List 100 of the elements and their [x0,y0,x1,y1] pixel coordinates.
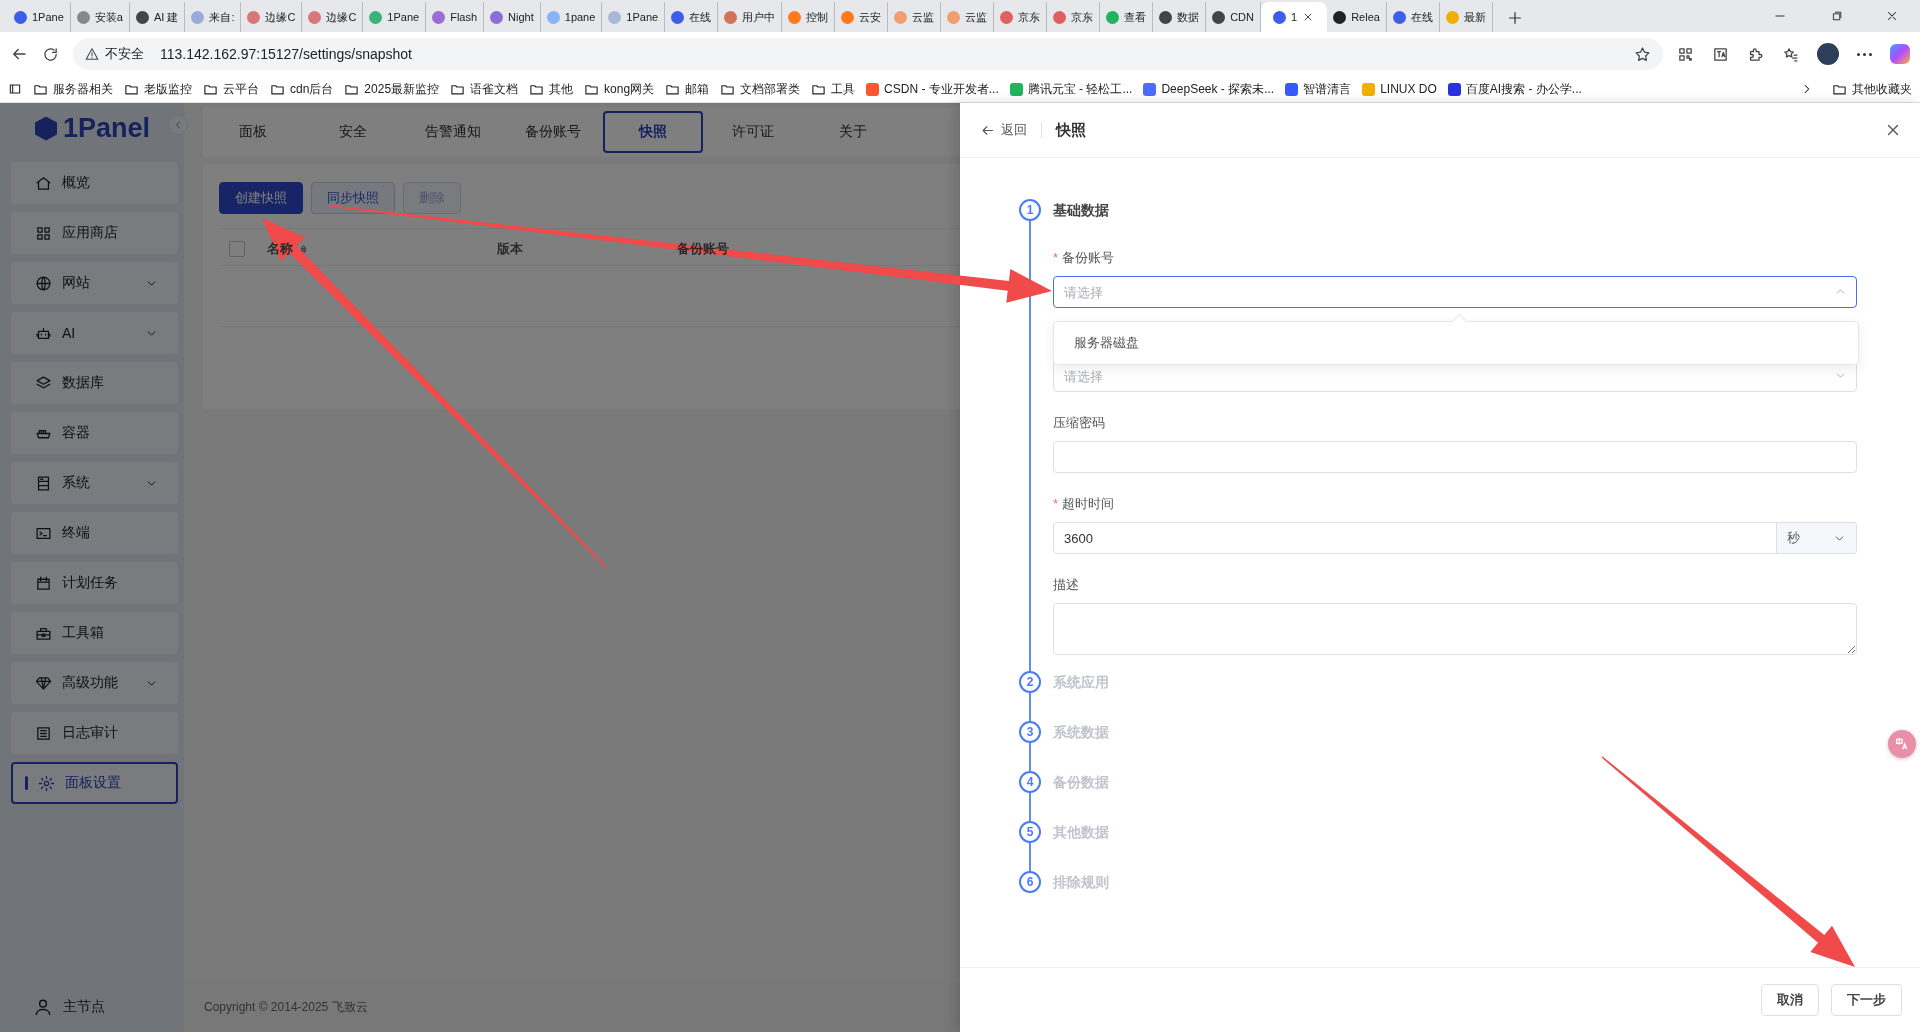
bookmark[interactable]: LINUX DO [1362,82,1437,96]
sidebar-item[interactable]: 应用商店 [11,212,178,254]
bookmark[interactable]: 语雀文档 [450,80,519,98]
footer-button[interactable]: 下一步 [1831,984,1902,1016]
bookmark[interactable]: CSDN - 专业开发者... [866,80,999,98]
sidebar-item[interactable]: 计划任务 [11,562,178,604]
bookmark[interactable]: 2025最新监控 [344,80,440,98]
logo-text: 1Panel [63,113,151,144]
sidebar-item[interactable]: 日志审计 [11,712,178,754]
browser-tab[interactable]: Relea [1327,2,1387,32]
unit-select[interactable]: 秒 [1777,522,1857,554]
settings-tab[interactable]: 许可证 [703,111,803,153]
sidebar-item[interactable]: 概览 [11,162,178,204]
settings-tab[interactable]: 安全 [303,111,403,153]
security-label: 不安全 [105,45,144,63]
settings-tab[interactable]: 关于 [803,111,903,153]
browser-tab[interactable]: 1Pane [602,2,666,32]
browser-tab[interactable]: 云安 [835,2,889,32]
bookmark[interactable]: 邮箱 [665,80,710,98]
puzzle-icon[interactable] [1747,45,1764,63]
browser-tab[interactable]: 最新 [1439,2,1493,32]
copilot-icon[interactable] [1890,44,1910,64]
browser-tab[interactable]: 数据 [1153,2,1207,32]
footer-button[interactable]: 取消 [1761,984,1819,1016]
user-icon [33,997,53,1017]
favorites-icon[interactable] [1782,45,1799,63]
reading-list-icon[interactable] [8,82,22,96]
browser-tab[interactable]: 在线 [1386,2,1440,32]
browser-tab[interactable]: 查看 [1100,2,1154,32]
star-icon[interactable] [1634,45,1651,63]
bookmark[interactable]: 工具 [811,80,856,98]
close-icon[interactable] [1885,9,1899,23]
bookmark[interactable]: DeepSeek - 探索未... [1143,80,1275,98]
textarea-field[interactable] [1053,603,1857,655]
bookmark[interactable]: cdn后台 [270,80,334,98]
bookmark[interactable]: 百度AI搜索 - 办公学... [1447,80,1582,98]
browser-tab[interactable]: 京东 [994,2,1048,32]
bookmark[interactable]: 腾讯元宝 - 轻松工... [1009,80,1133,98]
sidebar-item[interactable]: 高级功能 [11,662,178,704]
bookmark[interactable]: 服务器相关 [33,80,113,98]
browser-tab[interactable]: 1Pane [8,2,71,32]
browser-tab[interactable]: 1 [1261,2,1328,32]
browser-tab[interactable]: 云监 [888,2,942,32]
qr-code-icon[interactable] [1677,45,1694,63]
translate-icon[interactable] [1712,45,1729,63]
browser-tab[interactable]: 1Pane [363,2,427,32]
field-label: 备份账号 [1062,249,1115,266]
step-title: 系统应用 [1053,673,1110,692]
input-field[interactable] [1053,441,1857,473]
browser-tab[interactable]: 安装a [70,2,130,32]
sidebar-item[interactable]: 数据库 [11,362,178,404]
browser-tab[interactable]: 用户中 [718,2,783,32]
browser-tab[interactable]: AI 建 [129,2,186,32]
browser-tab[interactable]: 在线 [665,2,719,32]
more-icon[interactable] [1857,52,1872,56]
step-title: 备份数据 [1053,773,1110,792]
bookmark[interactable]: kong网关 [584,80,655,98]
browser-tab[interactable]: 京东 [1047,2,1101,32]
address-bar[interactable]: 不安全 113.142.162.97:15127/settings/snapshot [73,38,1663,70]
checkbox[interactable] [229,241,245,257]
browser-tab[interactable]: 云监 [941,2,995,32]
bookmark[interactable]: 云平台 [203,80,259,98]
toolbar-button[interactable]: 创建快照 [219,182,303,214]
browser-tab[interactable]: Night [484,2,541,32]
bookmark[interactable]: 文档部署类 [720,80,801,98]
sidebar-item[interactable]: AI [11,312,178,354]
step-number: 1 [1019,199,1041,221]
step-title: 其他数据 [1053,823,1110,842]
input-field[interactable]: 3600 [1053,522,1777,554]
bookmark[interactable]: 其他收藏夹 [1832,80,1912,98]
browser-tab[interactable]: 控制 [782,2,836,32]
sidebar-item[interactable]: 容器 [11,412,178,454]
bookmark[interactable]: 智谱清言 [1285,80,1352,98]
sidebar-item[interactable]: 网站 [11,262,178,304]
settings-tab[interactable]: 备份账号 [503,111,603,153]
settings-tab[interactable]: 快照 [603,111,703,153]
browser-tab[interactable]: 来自: [185,2,242,32]
settings-icon [38,774,55,792]
sidebar-item[interactable]: 系统 [11,462,178,504]
select-field[interactable]: 请选择 [1053,276,1857,308]
settings-tab[interactable]: 告警通知 [403,111,503,153]
reload-icon[interactable] [42,45,59,63]
bookmark[interactable]: 其他 [529,80,574,98]
browser-tab[interactable]: 边缘C [241,2,303,32]
globe-icon [35,274,52,292]
dropdown-option[interactable]: 服务器磁盘 [1054,326,1858,360]
list-icon [35,724,52,742]
sidebar-item[interactable]: 面板设置 [11,762,178,804]
bookmark[interactable]: 老版监控 [124,80,192,98]
plus-icon[interactable] [1506,10,1523,26]
avatar[interactable] [1817,43,1839,65]
browser-tab[interactable]: Flash [426,2,485,32]
sidebar-item[interactable]: 终端 [11,512,178,554]
field-label: 超时时间 [1062,495,1115,512]
settings-tab[interactable]: 面板 [203,111,303,153]
node-label[interactable]: 主节点 [63,998,105,1016]
browser-tab[interactable]: 边缘C [302,2,364,32]
back-link[interactable]: 返回 [980,121,1027,139]
sidebar-item[interactable]: 工具箱 [11,612,178,654]
browser-tab[interactable]: 1pane [540,2,603,32]
